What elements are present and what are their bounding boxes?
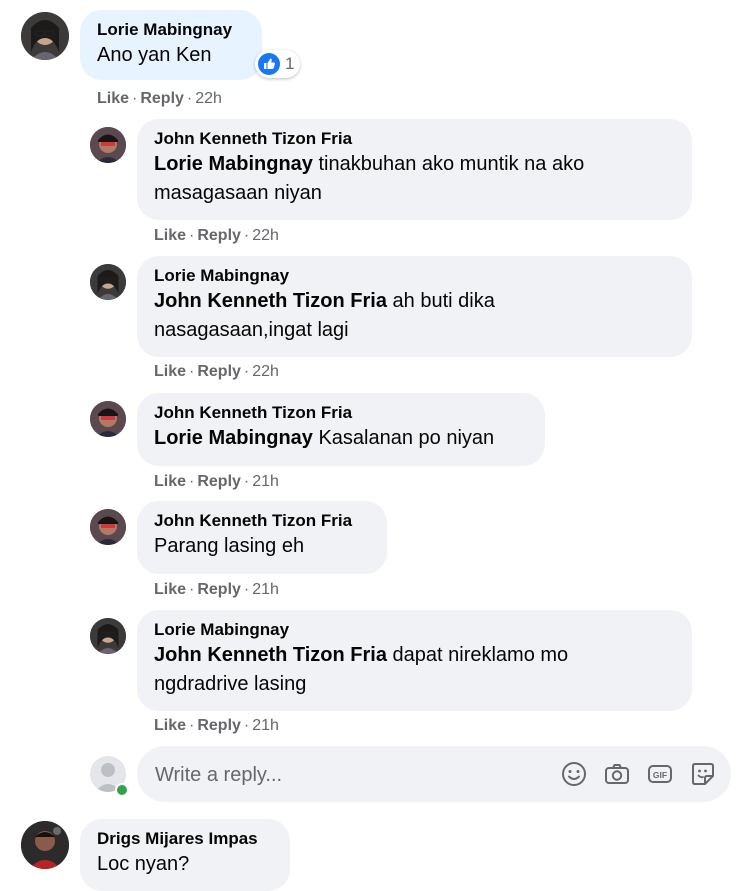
comment-author[interactable]: Lorie Mabingnay — [154, 619, 675, 641]
comment-bubble: Lorie Mabingnay John Kenneth Tizon Fria … — [137, 256, 692, 357]
like-button[interactable]: Like — [154, 473, 186, 490]
comment-text: Loc nyan? — [97, 853, 190, 875]
mention-link[interactable]: John Kenneth Tizon Fria — [154, 290, 387, 312]
timestamp[interactable]: 21h — [252, 717, 279, 734]
avatar[interactable] — [90, 509, 126, 545]
separator: · — [132, 90, 138, 107]
comment-author[interactable]: John Kenneth Tizon Fria — [154, 510, 370, 532]
composer-toolbar: GIF — [560, 760, 717, 788]
timestamp[interactable]: 22h — [252, 363, 279, 380]
comment-bubble: Lorie Mabingnay Ano yan Ken — [80, 10, 262, 80]
comment-bubble: Drigs Mijares Impas Loc nyan? — [80, 819, 290, 891]
reply-button[interactable]: Reply — [197, 717, 241, 734]
comment-text: John Kenneth Tizon Fria dapat nireklamo … — [154, 644, 569, 695]
comment-text: John Kenneth Tizon Fria ah buti dika nas… — [154, 290, 495, 341]
mention-link[interactable]: Lorie Mabingnay — [154, 153, 313, 175]
separator: · — [243, 473, 250, 490]
like-button[interactable]: Like — [154, 363, 186, 380]
online-status-dot — [115, 783, 129, 797]
avatar[interactable] — [90, 264, 126, 300]
avatar[interactable] — [90, 127, 126, 163]
like-icon — [258, 53, 280, 75]
reply-composer: GIF — [137, 746, 731, 804]
separator: · — [189, 717, 195, 734]
comment-author[interactable]: Lorie Mabingnay — [154, 265, 675, 287]
avatar[interactable] — [90, 401, 126, 437]
reply-button[interactable]: Reply — [197, 473, 241, 490]
avatar[interactable] — [90, 618, 126, 654]
separator: · — [243, 717, 250, 734]
reply-button[interactable]: Reply — [197, 227, 241, 244]
avatar[interactable] — [21, 821, 69, 869]
reaction-badge[interactable]: 1 — [255, 50, 301, 78]
comment-text: Lorie Mabingnay Kasalanan po niyan — [154, 427, 495, 449]
timestamp[interactable]: 21h — [252, 473, 279, 490]
comment-text: Parang lasing eh — [154, 535, 305, 557]
separator: · — [189, 227, 195, 244]
svg-text:GIF: GIF — [653, 770, 667, 780]
comment-bubble: John Kenneth Tizon Fria Parang lasing eh — [137, 501, 387, 574]
comment-text: Ano yan Ken — [97, 44, 212, 66]
like-button[interactable]: Like — [97, 90, 129, 107]
reply-button[interactable]: Reply — [197, 581, 241, 598]
reaction-count: 1 — [285, 54, 295, 73]
separator: · — [186, 90, 193, 107]
comment-actions: Like · Reply · 21h — [154, 580, 279, 600]
timestamp[interactable]: 22h — [195, 90, 222, 107]
comment-actions: Like · Reply · 21h — [154, 472, 279, 492]
separator: · — [189, 363, 195, 380]
comment-author[interactable]: John Kenneth Tizon Fria — [154, 402, 528, 424]
separator: · — [243, 581, 250, 598]
comment-bubble: John Kenneth Tizon Fria Lorie Mabingnay … — [137, 393, 545, 466]
comment-actions: Like · Reply · 22h — [154, 226, 279, 246]
like-button[interactable]: Like — [154, 227, 186, 244]
mention-link[interactable]: Lorie Mabingnay — [154, 427, 313, 449]
camera-icon[interactable] — [603, 760, 631, 788]
comment-actions: Like · Reply · 21h — [154, 716, 279, 736]
comment-author[interactable]: Lorie Mabingnay — [97, 19, 245, 41]
separator: · — [189, 473, 195, 490]
reply-input[interactable] — [153, 746, 537, 804]
comment-text: Lorie Mabingnay tinakbuhan ako muntik na… — [154, 153, 585, 204]
comment-bubble: John Kenneth Tizon Fria Lorie Mabingnay … — [137, 119, 692, 220]
timestamp[interactable]: 21h — [252, 581, 279, 598]
separator: · — [189, 581, 195, 598]
avatar[interactable] — [21, 12, 69, 60]
comment-actions: Like · Reply · 22h — [97, 89, 222, 109]
comment-author[interactable]: John Kenneth Tizon Fria — [154, 128, 675, 150]
reply-button[interactable]: Reply — [140, 90, 184, 107]
like-button[interactable]: Like — [154, 717, 186, 734]
sticker-icon[interactable] — [689, 760, 717, 788]
separator: · — [243, 363, 250, 380]
emoji-icon[interactable] — [560, 760, 588, 788]
timestamp[interactable]: 22h — [252, 227, 279, 244]
gif-icon[interactable]: GIF — [646, 760, 674, 788]
reply-button[interactable]: Reply — [197, 363, 241, 380]
comment-actions: Like · Reply · 22h — [154, 362, 279, 382]
comment-bubble: Lorie Mabingnay John Kenneth Tizon Fria … — [137, 610, 692, 711]
like-button[interactable]: Like — [154, 581, 186, 598]
mention-link[interactable]: John Kenneth Tizon Fria — [154, 644, 387, 666]
separator: · — [243, 227, 250, 244]
comment-author[interactable]: Drigs Mijares Impas — [97, 828, 273, 850]
